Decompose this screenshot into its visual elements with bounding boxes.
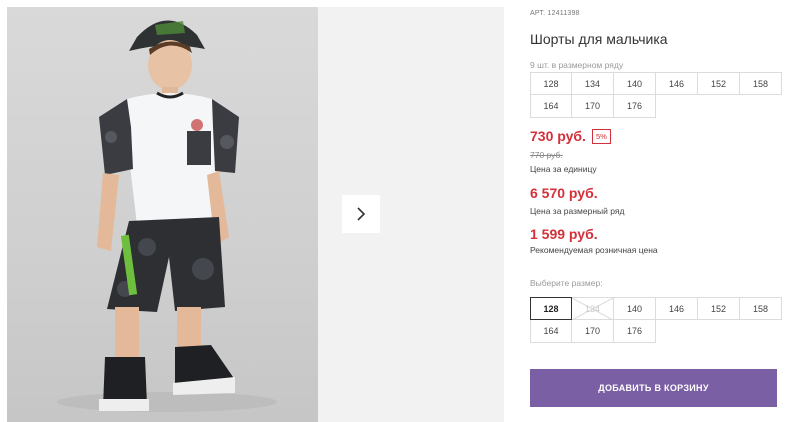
set-size-cell: 146: [656, 72, 698, 95]
size-option-164[interactable]: 164: [530, 320, 572, 343]
unit-price-row: 730 руб. 5%: [530, 128, 611, 144]
unit-price-caption: Цена за единицу: [530, 164, 597, 174]
product-gallery: [0, 0, 504, 422]
product-info-panel: АРТ. 12411398 Шорты для мальчика 9 шт. в…: [530, 0, 800, 422]
retail-price: 1 599 руб.: [530, 226, 598, 242]
size-option-label: 134: [584, 303, 601, 314]
discount-badge: 5%: [591, 128, 611, 144]
size-option-140[interactable]: 140: [614, 297, 656, 320]
set-price: 6 570 руб.: [530, 185, 598, 201]
set-size-cell: 128: [530, 72, 572, 95]
boy-model-illustration: [57, 20, 277, 412]
unit-price: 730 руб.: [530, 128, 586, 144]
product-sku: АРТ. 12411398: [530, 10, 580, 17]
product-photo[interactable]: [7, 7, 318, 422]
set-price-caption: Цена за размерный ряд: [530, 206, 625, 216]
gallery-next-button[interactable]: [342, 195, 380, 233]
set-size-cell: 170: [572, 95, 614, 118]
chevron-right-icon: [357, 207, 366, 221]
size-option-128[interactable]: 128: [530, 297, 572, 320]
size-option-176[interactable]: 176: [614, 320, 656, 343]
set-size-cell: 152: [698, 72, 740, 95]
set-size-cell: 164: [530, 95, 572, 118]
set-size-grid: 128 134 140 146 152 158 164 170 176: [530, 72, 782, 118]
add-to-cart-button[interactable]: ДОБАВИТЬ В КОРЗИНУ: [530, 369, 777, 407]
set-size-cell: 176: [614, 95, 656, 118]
size-picker-label: Выберите размер:: [530, 278, 603, 288]
set-quantity-note: 9 шт. в размерном ряду: [530, 60, 624, 70]
size-picker-grid: 128 134 140 146 152 158 164 170 176: [530, 297, 782, 343]
set-size-cell: 158: [740, 72, 782, 95]
size-option-170[interactable]: 170: [572, 320, 614, 343]
size-option-152[interactable]: 152: [698, 297, 740, 320]
old-price: 770 руб.: [530, 150, 563, 160]
size-option-146[interactable]: 146: [656, 297, 698, 320]
set-size-cell: 140: [614, 72, 656, 95]
product-title: Шорты для мальчика: [530, 31, 668, 47]
size-option-158[interactable]: 158: [740, 297, 782, 320]
retail-price-caption: Рекомендуемая розничная цена: [530, 245, 658, 255]
set-size-cell: 134: [572, 72, 614, 95]
size-option-134[interactable]: 134: [572, 297, 614, 320]
